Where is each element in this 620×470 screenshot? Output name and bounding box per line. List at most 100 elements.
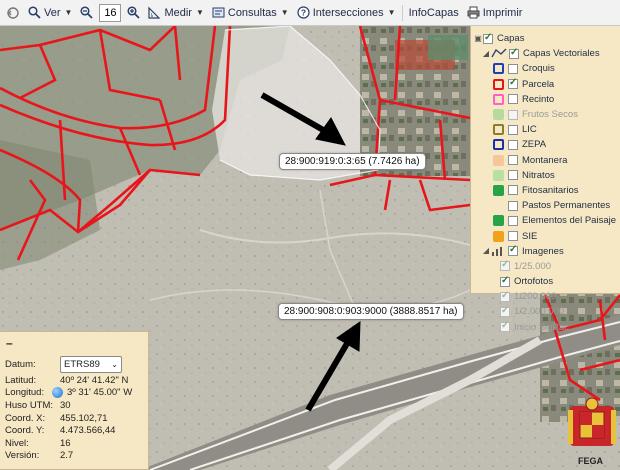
- version-label: Versión:: [5, 450, 40, 462]
- layer-checkbox[interactable]: [508, 215, 518, 226]
- layer-checkbox[interactable]: [508, 77, 518, 90]
- layer-symbol-icon: [493, 200, 504, 211]
- imprimir-label: Imprimir: [482, 6, 523, 19]
- imagenes-group-checkbox[interactable]: [508, 244, 518, 257]
- longitud-row: Longitud: 3º 31' 45.00" W: [0, 387, 148, 400]
- layer-checkbox[interactable]: [508, 170, 518, 181]
- vector-group[interactable]: ◢ Capas Vectoriales: [473, 46, 620, 61]
- layer-item-pastos-permanentes[interactable]: Pastos Permanentes: [473, 198, 620, 213]
- layer-checkbox[interactable]: [508, 231, 518, 242]
- layer-item-zepa[interactable]: ZEPA: [473, 137, 620, 152]
- layer-item-1-25-000[interactable]: 1/25.000: [473, 259, 620, 274]
- layer-symbol-icon: [493, 169, 504, 181]
- zoom-level-input[interactable]: [99, 3, 122, 22]
- layer-checkbox[interactable]: [508, 139, 518, 150]
- version-row: Versión: 2.7: [0, 450, 148, 463]
- layer-checkbox[interactable]: [508, 63, 518, 74]
- huso-label: Huso UTM:: [5, 399, 54, 411]
- layer-item-ortofotos[interactable]: Ortofotos: [473, 274, 620, 289]
- collapse-panel-button[interactable]: –: [0, 332, 148, 354]
- layer-symbol-icon: [493, 291, 496, 302]
- layer-symbol-icon: [493, 215, 504, 227]
- layer-symbol-icon: [493, 184, 504, 196]
- coordx-label: Coord. X:: [5, 412, 46, 424]
- layer-item-sie[interactable]: SIE: [473, 228, 620, 243]
- latitud-value: 40º 24' 41.42" N: [60, 374, 129, 386]
- layer-label: Elementos del Paisaje: [522, 215, 616, 227]
- layer-label: Fitosanitarios: [522, 184, 579, 196]
- chevron-down-icon: ▼: [64, 8, 73, 17]
- layer-item-inicio-sigpac[interactable]: Inicio SigPac: [473, 320, 620, 335]
- nivel-label: Nivel:: [5, 437, 29, 449]
- layer-checkbox[interactable]: [500, 320, 510, 333]
- collapse-icon[interactable]: ▣: [473, 34, 483, 44]
- layer-symbol-icon: [493, 322, 496, 333]
- fega-text: FEGA: [578, 456, 604, 466]
- layer-checkbox[interactable]: [500, 290, 510, 302]
- layer-symbol-icon: [493, 276, 496, 287]
- layer-checkbox[interactable]: [500, 259, 510, 272]
- latitud-label: Latitud:: [5, 374, 37, 386]
- ruler-icon: [148, 6, 161, 19]
- layer-item-frutos-secos[interactable]: Frutos Secos: [473, 107, 620, 122]
- layer-checkbox[interactable]: [500, 275, 510, 287]
- medir-menu[interactable]: Medir ▼: [144, 2, 207, 24]
- layer-checkbox[interactable]: [508, 185, 518, 196]
- globe-icon[interactable]: [52, 387, 63, 399]
- datum-label: Datum:: [5, 358, 36, 370]
- layer-item-nitratos[interactable]: Nitratos: [473, 168, 620, 183]
- zoom-out-button[interactable]: [76, 2, 97, 24]
- nivel-value: 16: [60, 437, 71, 449]
- layer-item-1-200-000[interactable]: 1/200.000: [473, 289, 620, 304]
- raster-layer-icon: [492, 246, 502, 256]
- coordy-row: Coord. Y: 4.473.566,44: [0, 424, 148, 437]
- intersecciones-label: Intersecciones: [312, 6, 384, 19]
- layer-checkbox[interactable]: [508, 155, 518, 166]
- parcel-label-small: 28:900:919:0:3:65 (7.7426 ha): [279, 153, 426, 170]
- imprimir-button[interactable]: Imprimir: [463, 2, 527, 24]
- imagenes-group-label: Imagenes: [522, 245, 564, 257]
- layer-item-elementos-del-paisaje[interactable]: Elementos del Paisaje: [473, 213, 620, 228]
- datum-select[interactable]: ETRS89 ⌄: [60, 355, 122, 373]
- datum-row: Datum: ETRS89 ⌄: [0, 354, 148, 374]
- coordy-label: Coord. Y:: [5, 425, 45, 437]
- layer-symbol-icon: [493, 63, 504, 75]
- expand-arrow-icon[interactable]: ◢: [481, 49, 491, 59]
- layer-item-lic[interactable]: LIC: [473, 122, 620, 137]
- imagenes-group[interactable]: ◢ Imagenes: [473, 244, 620, 259]
- layer-symbol-icon: [493, 139, 504, 151]
- intersecciones-menu[interactable]: ? Intersecciones ▼: [293, 2, 400, 24]
- longitud-value: 3º 31' 45.00" W: [67, 387, 133, 399]
- layer-item-1-2-000-000[interactable]: 1/2.000.000: [473, 304, 620, 319]
- expand-arrow-icon[interactable]: ◢: [481, 246, 491, 256]
- infocapas-button[interactable]: InfoCapas: [405, 2, 463, 24]
- layer-checkbox[interactable]: [508, 94, 518, 105]
- ver-label: Ver: [44, 6, 61, 19]
- layer-checkbox[interactable]: [508, 124, 518, 135]
- layer-item-croquis[interactable]: Croquis: [473, 61, 620, 76]
- vector-group-checkbox[interactable]: [509, 47, 519, 59]
- layer-checkbox[interactable]: [508, 200, 518, 211]
- layer-item-recinto[interactable]: Recinto: [473, 92, 620, 107]
- history-back-button[interactable]: [2, 2, 24, 24]
- chevron-down-icon: ▼: [280, 8, 289, 17]
- layer-item-montanera[interactable]: Montanera: [473, 153, 620, 168]
- layer-label: Ortofotos: [514, 276, 554, 288]
- layer-item-fitosanitarios[interactable]: Fitosanitarios: [473, 183, 620, 198]
- layer-checkbox[interactable]: [508, 109, 518, 120]
- infocapas-label: InfoCapas: [408, 6, 459, 19]
- layer-item-parcela[interactable]: Parcela: [473, 77, 620, 92]
- layers-root[interactable]: ▣ Capas: [473, 31, 620, 46]
- toolbar: Ver ▼ Medir ▼ Consultas ▼ ? Interseccion…: [0, 0, 620, 26]
- toolbar-divider: [401, 4, 403, 21]
- zoom-in-button[interactable]: [123, 2, 144, 24]
- layer-checkbox[interactable]: [500, 305, 510, 317]
- latitud-row: Latitud: 40º 24' 41.42" N: [0, 374, 148, 387]
- layers-root-checkbox[interactable]: [483, 32, 493, 44]
- consultas-menu[interactable]: Consultas ▼: [208, 2, 293, 24]
- layer-label: 1/25.000: [514, 260, 551, 272]
- ver-menu[interactable]: Ver ▼: [24, 2, 76, 24]
- version-value: 2.7: [60, 450, 74, 462]
- coordx-value: 455.102,71: [60, 412, 108, 424]
- layers-panel: ▣ Capas ◢ Capas Vectoriales Croquis Parce…: [470, 26, 620, 333]
